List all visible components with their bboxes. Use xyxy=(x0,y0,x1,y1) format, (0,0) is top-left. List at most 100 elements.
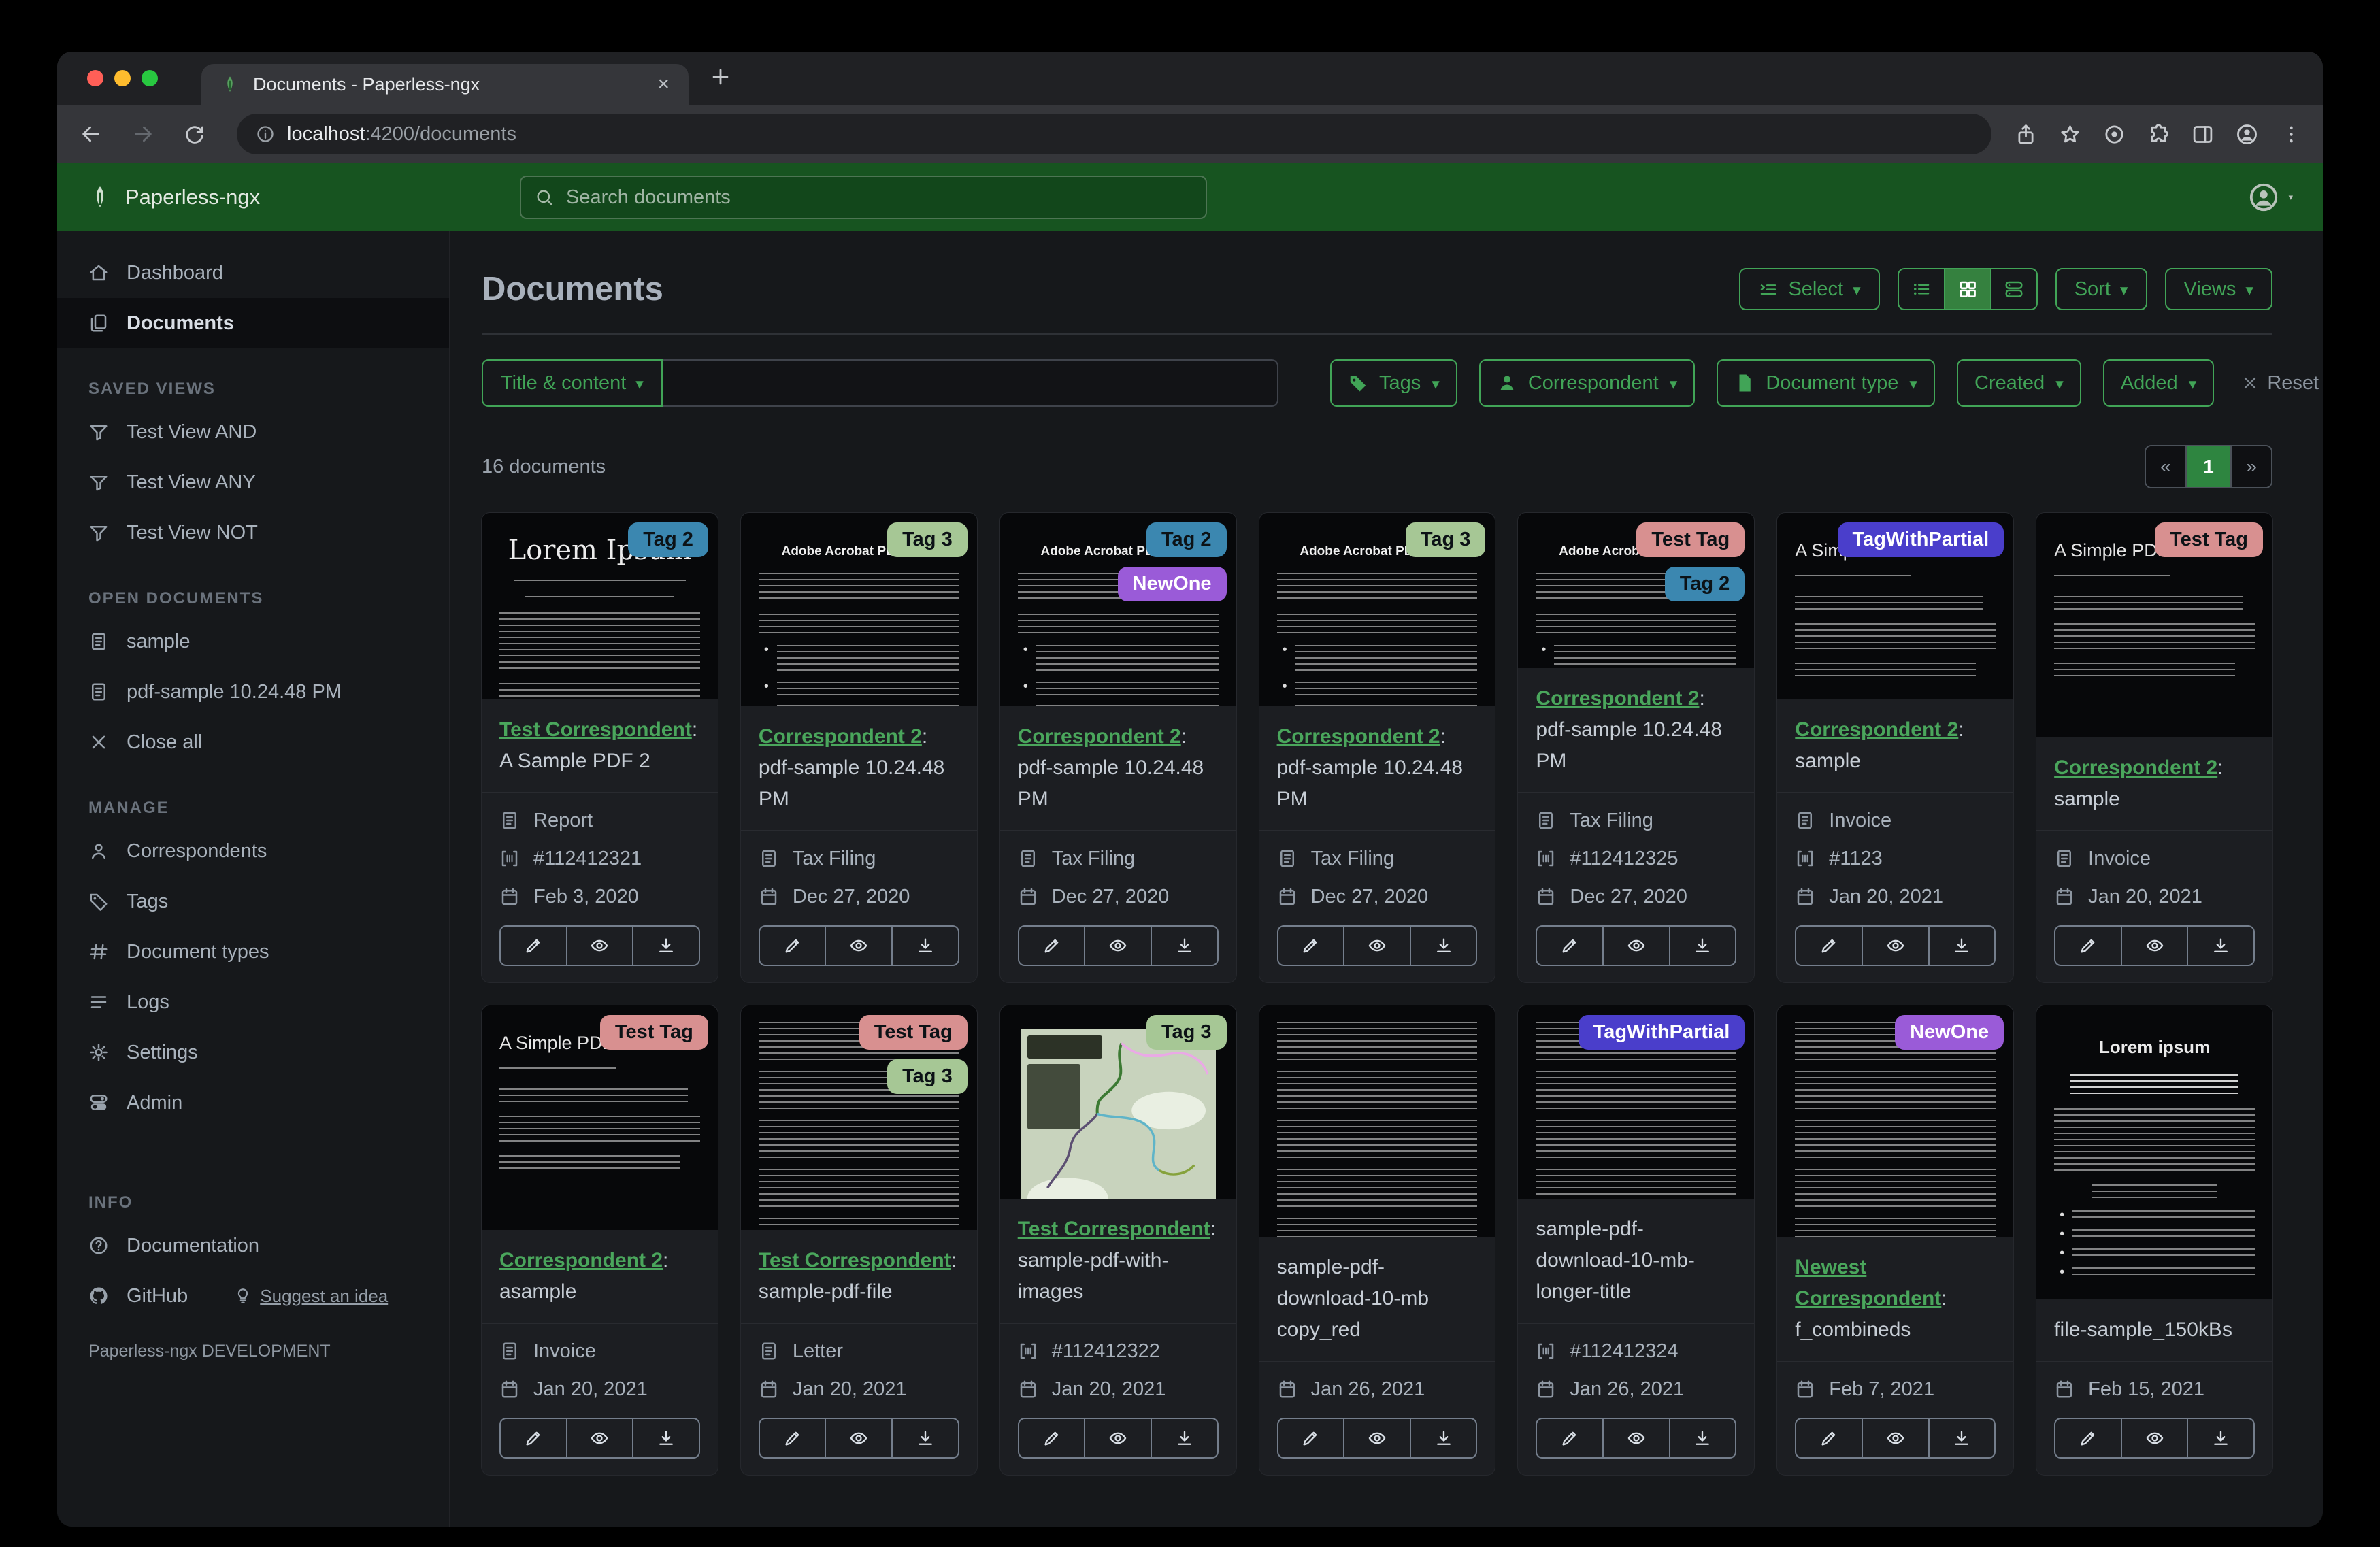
edit-button[interactable] xyxy=(1796,927,1862,965)
filter-chip-created[interactable]: Created xyxy=(1957,359,2081,407)
download-button[interactable] xyxy=(632,927,699,965)
download-button[interactable] xyxy=(632,1419,699,1457)
filter-chip-correspondent[interactable]: Correspondent xyxy=(1478,359,1696,407)
edit-button[interactable] xyxy=(1278,1419,1344,1457)
sidebar-item-tags[interactable]: Tags xyxy=(57,876,449,927)
tag-badge-tag-2[interactable]: Tag 2 xyxy=(1146,522,1227,557)
preview-button[interactable] xyxy=(2120,1419,2187,1457)
download-button[interactable] xyxy=(1150,1419,1217,1457)
tag-badge-tag-2[interactable]: Tag 2 xyxy=(1664,567,1745,601)
document-title[interactable]: Correspondent 2: pdf-sample 10.24.48 PM xyxy=(1518,668,1755,793)
preview-button[interactable] xyxy=(1084,927,1151,965)
sidebar-item-test-view-not[interactable]: Test View NOT xyxy=(57,508,449,558)
sidebar-item-logs[interactable]: Logs xyxy=(57,977,449,1027)
sidebar-item-documentation[interactable]: Documentation xyxy=(57,1220,449,1271)
preview-button[interactable] xyxy=(1861,1419,1928,1457)
download-button[interactable] xyxy=(1409,1419,1476,1457)
edit-button[interactable] xyxy=(1537,927,1602,965)
document-thumbnail[interactable]: TagWithPartial xyxy=(1518,1005,1755,1199)
sidebar-item-admin[interactable]: Admin xyxy=(57,1078,449,1128)
tag-badge-newone[interactable]: NewOne xyxy=(1895,1015,2004,1050)
sidebar-item-sample[interactable]: sample xyxy=(57,616,449,667)
download-button[interactable] xyxy=(2187,1419,2253,1457)
bookmark-star-icon[interactable] xyxy=(2059,123,2081,146)
tag-badge-tagwithpartial[interactable]: TagWithPartial xyxy=(1837,522,2004,557)
document-correspondent-link[interactable]: Correspondent 2 xyxy=(1018,725,1181,748)
document-correspondent-link[interactable]: Test Correspondent xyxy=(1018,1218,1210,1240)
close-tab-icon[interactable]: × xyxy=(657,74,670,95)
sidebar-item-github[interactable]: GitHub Suggest an idea xyxy=(57,1271,449,1321)
document-thumbnail[interactable]: Tag 2 Lorem Ipsum xyxy=(482,513,718,699)
tag-badge-tag-3[interactable]: Tag 3 xyxy=(1146,1015,1227,1050)
edit-button[interactable] xyxy=(760,1419,825,1457)
download-button[interactable] xyxy=(891,1419,958,1457)
sidebar-item-close-all[interactable]: Close all xyxy=(57,717,449,767)
document-title[interactable]: Correspondent 2: pdf-sample 10.24.48 PM xyxy=(740,706,977,831)
tag-badge-tag-3[interactable]: Tag 3 xyxy=(887,522,968,557)
document-thumbnail[interactable]: Test Tag Tag 2 Adobe Acrobat PDF Files xyxy=(1518,513,1755,668)
new-tab-button[interactable] xyxy=(709,65,735,91)
document-thumbnail[interactable]: Tag 2 NewOne Adobe Acrobat PDF Files xyxy=(999,513,1236,706)
filter-query-input[interactable] xyxy=(662,359,1278,407)
document-title[interactable]: Correspondent 2: pdf-sample 10.24.48 PM xyxy=(1259,706,1495,831)
edit-button[interactable] xyxy=(501,1419,566,1457)
document-title[interactable]: sample-pdf-download-10-mb copy_red xyxy=(1259,1237,1495,1362)
site-info-icon[interactable] xyxy=(256,124,275,144)
maximize-window-button[interactable] xyxy=(142,70,158,86)
preview-button[interactable] xyxy=(1343,1419,1410,1457)
sidebar-item-test-view-any[interactable]: Test View ANY xyxy=(57,457,449,508)
download-button[interactable] xyxy=(1668,927,1736,965)
preview-button[interactable] xyxy=(565,927,633,965)
edit-button[interactable] xyxy=(1019,1419,1085,1457)
views-button[interactable]: Views xyxy=(2164,268,2272,310)
sidebar-item-documents[interactable]: Documents xyxy=(57,298,449,348)
document-thumbnail[interactable]: Tag 3 Adobe Acrobat PDF Files xyxy=(740,513,977,706)
download-button[interactable] xyxy=(1150,927,1217,965)
forward-button[interactable] xyxy=(129,120,156,148)
download-button[interactable] xyxy=(1928,1419,1995,1457)
document-thumbnail[interactable]: Tag 3 Adobe Acrobat PDF Files xyxy=(1259,513,1495,706)
reset-filters-button[interactable]: Reset filters xyxy=(2241,372,2323,395)
user-menu[interactable] xyxy=(2248,182,2293,213)
filter-chip-tags[interactable]: Tags xyxy=(1329,359,1457,407)
edit-button[interactable] xyxy=(1278,927,1344,965)
document-thumbnail[interactable]: Test Tag A Simple PDF File xyxy=(2036,513,2272,737)
document-title[interactable]: Test Correspondent: A Sample PDF 2 xyxy=(482,699,718,793)
download-button[interactable] xyxy=(891,927,958,965)
document-title[interactable]: Correspondent 2: sample xyxy=(1777,699,2014,793)
search-field-selector[interactable]: Title & content xyxy=(482,359,663,407)
status-circle-icon[interactable] xyxy=(2103,123,2126,146)
document-correspondent-link[interactable]: Correspondent 2 xyxy=(1795,718,1958,741)
document-correspondent-link[interactable]: Test Correspondent xyxy=(499,718,692,741)
tag-badge-test-tag[interactable]: Test Tag xyxy=(859,1015,968,1050)
preview-button[interactable] xyxy=(825,927,891,965)
share-icon[interactable] xyxy=(2015,123,2037,146)
document-thumbnail[interactable]: Lorem ipsum xyxy=(2036,1005,2272,1299)
filter-chip-document-type[interactable]: Document type xyxy=(1717,359,1936,407)
select-button[interactable]: Select xyxy=(1739,268,1880,310)
download-button[interactable] xyxy=(2187,927,2253,965)
edit-button[interactable] xyxy=(1796,1419,1862,1457)
preview-button[interactable] xyxy=(2120,927,2187,965)
download-button[interactable] xyxy=(1668,1419,1736,1457)
document-thumbnail[interactable]: NewOne xyxy=(1777,1005,2014,1237)
document-title[interactable]: Correspondent 2: sample xyxy=(2036,737,2272,831)
edit-button[interactable] xyxy=(1019,927,1085,965)
document-correspondent-link[interactable]: Correspondent 2 xyxy=(1536,687,1699,710)
document-title[interactable]: Correspondent 2: pdf-sample 10.24.48 PM xyxy=(999,706,1236,831)
edit-button[interactable] xyxy=(2055,927,2121,965)
close-window-button[interactable] xyxy=(87,70,103,86)
preview-button[interactable] xyxy=(1861,927,1928,965)
sidebar-item-settings[interactable]: Settings xyxy=(57,1027,449,1078)
browser-profile-icon[interactable] xyxy=(2236,123,2258,146)
tag-badge-test-tag[interactable]: Test Tag xyxy=(1636,522,1745,557)
document-title[interactable]: sample-pdf-download-10-mb-longer-title xyxy=(1518,1199,1755,1324)
document-correspondent-link[interactable]: Correspondent 2 xyxy=(2054,756,2217,779)
edit-button[interactable] xyxy=(760,927,825,965)
prev-page-button[interactable]: « xyxy=(2146,446,2185,487)
tag-badge-test-tag[interactable]: Test Tag xyxy=(2155,522,2263,557)
back-button[interactable] xyxy=(78,120,105,148)
document-correspondent-link[interactable]: Test Correspondent xyxy=(759,1249,951,1271)
global-search[interactable] xyxy=(520,176,1207,219)
sidebar-item-pdf-sample-10-24-48-pm[interactable]: pdf-sample 10.24.48 PM xyxy=(57,667,449,717)
